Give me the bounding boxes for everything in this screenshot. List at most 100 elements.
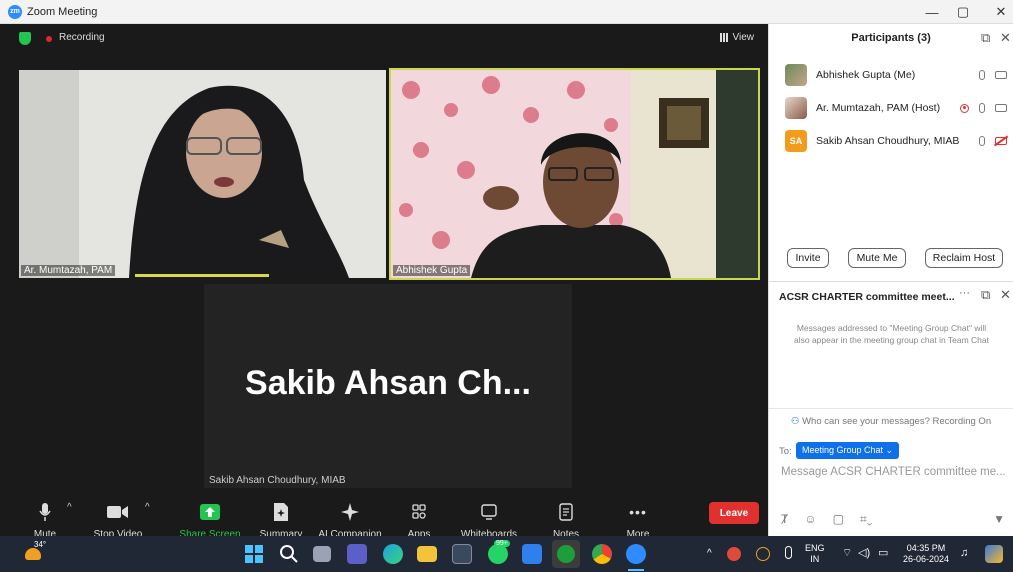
participant-name: Sakib Ahsan Choudhury, MIAB <box>816 135 960 147</box>
audio-options-chevron-icon[interactable]: ^ <box>67 502 72 513</box>
microphone-icon[interactable] <box>979 103 985 113</box>
screenshot-icon[interactable]: ⌗⌄ <box>860 512 872 527</box>
close-chat-icon[interactable]: ✕ <box>1000 287 1011 303</box>
region-code: IN <box>810 554 820 564</box>
video-tile-mumtazah[interactable]: Ar. Mumtazah, PAM <box>19 70 386 278</box>
notification-badge: 99+ <box>494 540 510 547</box>
chat-more-icon[interactable]: ··· <box>959 287 970 299</box>
zoom-app-icon: zm <box>8 4 22 19</box>
format-icon[interactable]: Ⱦ <box>781 512 788 527</box>
tray-overflow-chevron-icon[interactable]: ^ <box>707 548 712 559</box>
chrome-icon[interactable] <box>592 544 612 564</box>
notification-bell-icon[interactable]: ♫ <box>960 548 968 559</box>
xbox-icon-slot[interactable] <box>552 540 580 568</box>
tray-app-icon[interactable] <box>727 547 741 561</box>
copilot-icon[interactable] <box>985 545 1003 563</box>
more-button[interactable]: ••• More <box>593 502 683 540</box>
participant-video-icon <box>19 70 386 278</box>
video-off-icon[interactable] <box>995 137 1007 145</box>
participant-name: Abhishek Gupta (Me) <box>816 69 916 81</box>
meeting-top-bar: Recording View <box>0 24 768 54</box>
weather-icon <box>25 548 41 560</box>
tile-name-label: Ar. Mumtazah, PAM <box>21 265 116 276</box>
who-can-see-label: Who can see your messages? Recording On <box>802 416 992 427</box>
invite-button[interactable]: Invite <box>787 248 829 268</box>
edge-browser-icon[interactable] <box>383 544 403 564</box>
recording-icon <box>960 103 969 113</box>
tile-name-label: Sakib Ahsan Choudhury, MIAB <box>209 475 346 486</box>
people-icon: ⚇ <box>790 416 800 427</box>
window-title-bar: zm Zoom Meeting — ▢ ✕ <box>0 0 1013 24</box>
battery-icon[interactable]: ▭ <box>878 548 888 559</box>
recipient-dropdown[interactable]: Meeting Group Chat ⌄ <box>796 442 900 459</box>
video-options-chevron-icon[interactable]: ^ <box>145 502 150 513</box>
whiteboard-icon <box>481 502 497 522</box>
mute-me-button[interactable]: Mute Me <box>848 248 906 268</box>
restore-button[interactable]: ▢ <box>945 0 981 24</box>
tray-sync-icon[interactable] <box>756 547 770 561</box>
chat-tools: Ⱦ ☺ ▢ ⌗⌄ <box>781 512 872 527</box>
time: 04:35 PM <box>906 543 946 553</box>
task-view-icon[interactable] <box>313 546 331 562</box>
popout-icon[interactable]: ⧉ <box>981 30 990 46</box>
participant-row[interactable]: SA Sakib Ahsan Choudhury, MIAB <box>785 130 1007 152</box>
calculator-icon[interactable] <box>452 544 472 564</box>
file-explorer-icon[interactable] <box>417 546 437 562</box>
emoji-icon[interactable]: ☺ <box>804 512 816 527</box>
windows-start-icon[interactable] <box>244 544 264 564</box>
tray-microphone-icon[interactable] <box>785 546 792 559</box>
microphone-icon <box>38 502 52 522</box>
language-indicator[interactable]: ENG IN <box>805 543 825 565</box>
participants-header: Participants (3) <box>851 32 931 44</box>
participant-row[interactable]: Abhishek Gupta (Me) <box>785 64 1007 86</box>
participant-name: Ar. Mumtazah, PAM (Host) <box>816 102 941 114</box>
view-label: View <box>732 32 755 43</box>
zoom-taskbar-icon[interactable] <box>626 544 646 564</box>
grid-icon <box>719 33 729 42</box>
file-icon[interactable]: ▢ <box>833 512 844 527</box>
photos-icon[interactable] <box>522 544 542 564</box>
leave-button[interactable]: Leave <box>709 502 759 524</box>
tile-name-label: Abhishek Gupta <box>393 265 471 276</box>
video-camera-icon[interactable] <box>995 71 1007 79</box>
send-icon[interactable]: ▼ <box>993 512 1005 526</box>
recording-dot-icon <box>46 36 52 42</box>
avatar <box>785 64 807 86</box>
to-label: To: <box>779 446 792 457</box>
share-screen-icon <box>200 502 220 522</box>
summary-document-icon <box>274 502 288 522</box>
microphone-icon[interactable] <box>979 70 985 80</box>
apps-icon <box>412 502 426 522</box>
clock[interactable]: 04:35 PM 26-06-2024 <box>903 543 949 565</box>
encryption-shield-icon[interactable] <box>19 32 31 45</box>
weather-widget[interactable]: 34° <box>22 540 47 564</box>
wifi-icon[interactable]: ⌔ <box>842 548 852 559</box>
video-tile-abhishek[interactable]: Abhishek Gupta <box>389 68 760 280</box>
recording-label[interactable]: Recording <box>59 32 105 43</box>
view-button[interactable]: View <box>719 32 755 43</box>
message-input[interactable]: Message ACSR CHARTER committee me... <box>781 466 1007 478</box>
active-app-indicator <box>628 569 644 571</box>
active-speaker-indicator <box>135 274 269 277</box>
volume-icon[interactable]: ◁) <box>858 548 870 559</box>
teams-icon[interactable] <box>347 544 367 564</box>
search-icon[interactable] <box>279 544 299 564</box>
divider <box>769 281 1013 282</box>
notes-icon <box>559 502 573 522</box>
participant-row[interactable]: Ar. Mumtazah, PAM (Host) <box>785 97 1007 119</box>
video-camera-icon[interactable] <box>995 104 1007 112</box>
close-button[interactable]: ✕ <box>983 0 1013 24</box>
who-can-see-link[interactable]: ⚇ Who can see your messages? Recording O… <box>769 416 1013 427</box>
participant-display-name: Sakib Ahsan Ch... <box>245 364 531 402</box>
reclaim-host-button[interactable]: Reclaim Host <box>925 248 1003 268</box>
popout-icon[interactable]: ⧉ <box>981 287 990 303</box>
meeting-view: Recording View Ar. Mumtazah, PAM Abhishe… <box>0 24 768 556</box>
temperature: 34° <box>34 540 47 549</box>
microphone-icon[interactable] <box>979 136 985 146</box>
chat-notice: Messages addressed to "Meeting Group Cha… <box>794 323 989 345</box>
video-tile-sakib[interactable]: Sakib Ahsan Ch... Sakib Ahsan Choudhury,… <box>204 284 572 488</box>
avatar: SA <box>785 130 807 152</box>
whatsapp-icon[interactable] <box>488 544 508 564</box>
date: 26-06-2024 <box>903 554 950 564</box>
close-panel-icon[interactable]: ✕ <box>1000 30 1011 46</box>
